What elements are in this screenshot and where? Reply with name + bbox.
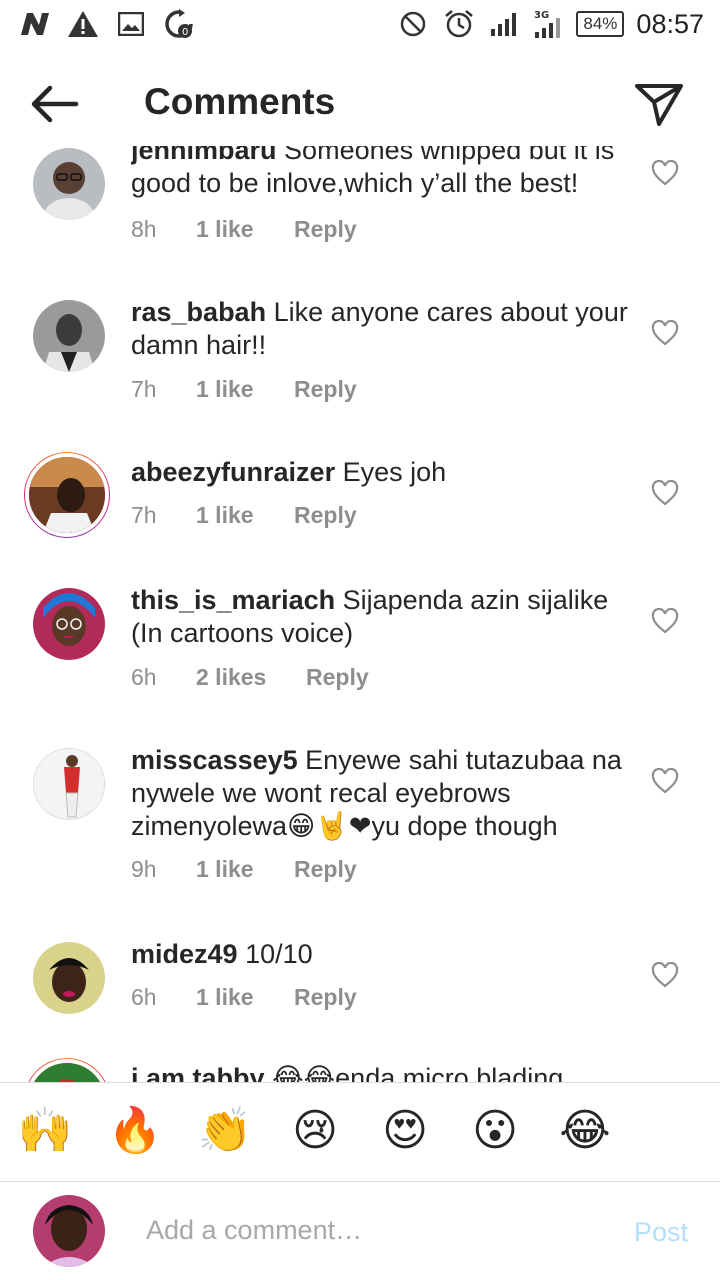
reply-button[interactable]: Reply [294, 376, 357, 403]
comment-input[interactable] [144, 1207, 608, 1253]
reply-button[interactable]: Reply [306, 664, 369, 691]
quick-emoji-bar: 🙌 🔥 👏 😢 😍 😮 😂 [0, 1082, 720, 1182]
reply-button[interactable]: Reply [294, 856, 357, 883]
heart-icon[interactable] [651, 320, 679, 346]
my-avatar [33, 1195, 105, 1267]
signal-3g-icon: 3G [534, 8, 564, 40]
emoji-crying[interactable]: 😢 [287, 1103, 343, 1159]
comment-username[interactable]: abeezyfunraizer [131, 457, 335, 487]
comment-time: 7h [131, 376, 157, 402]
comment-username[interactable]: misscassey5 [131, 745, 298, 775]
comment-time: 6h [131, 664, 157, 690]
comment-text: i.am.tabby 😂😂enda micro blading [131, 1062, 631, 1082]
sync-icon: 0 [162, 8, 196, 40]
comment-meta: 9h 1 like Reply [131, 856, 357, 883]
battery-indicator: 84% [576, 11, 625, 37]
paper-plane-icon [635, 84, 683, 126]
comment-likes[interactable]: 1 like [196, 856, 294, 883]
share-button[interactable] [634, 80, 684, 128]
comment-username[interactable]: midez49 [131, 939, 238, 969]
avatar[interactable] [33, 300, 105, 372]
avatar-with-story[interactable] [24, 452, 110, 538]
avatar[interactable] [33, 588, 105, 660]
emoji-raised-hands[interactable]: 🙌 [17, 1103, 73, 1159]
back-button[interactable] [26, 80, 82, 128]
comment-body: Eyes joh [342, 457, 447, 487]
comment-list[interactable]: jennimbaru Someones whipped but it is go… [0, 146, 720, 1082]
avatar[interactable] [33, 748, 105, 820]
svg-text:3G: 3G [534, 10, 549, 21]
comment-text: abeezyfunraizer Eyes joh [131, 456, 631, 489]
comment-likes[interactable]: 1 like [196, 984, 294, 1011]
comment-username[interactable]: jennimbaru [131, 146, 277, 165]
emoji-tears-of-joy[interactable]: 😂 [557, 1103, 613, 1159]
page-title: Comments [144, 81, 336, 122]
comment-username[interactable]: i.am.tabby [131, 1063, 265, 1082]
comment-likes[interactable]: 1 like [196, 216, 294, 243]
signal-icon [488, 8, 522, 40]
comment-meta: 6h 2 likes Reply [131, 664, 369, 691]
emoji-surprised[interactable]: 😮 [467, 1103, 523, 1159]
heart-icon[interactable] [651, 768, 679, 794]
comment-meta: 7h 1 like Reply [131, 502, 357, 529]
back-arrow-icon [31, 85, 79, 123]
comment-meta: 8h 1 like Reply [131, 216, 357, 243]
comment-text: midez49 10/10 [131, 938, 631, 971]
heart-icon[interactable] [651, 480, 679, 506]
comment-meta: 7h 1 like Reply [131, 376, 357, 403]
comment-time: 8h [131, 216, 157, 242]
comment-text: jennimbaru Someones whipped but it is go… [131, 146, 631, 200]
comment-meta: 6h 1 like Reply [131, 984, 357, 1011]
emoji-heart-eyes[interactable]: 😍 [377, 1103, 433, 1159]
comment-body: 10/10 [245, 939, 313, 969]
svg-text:0: 0 [182, 27, 188, 38]
comment-text: this_is_mariach Sijapenda azin sijalike … [131, 584, 631, 650]
heart-icon[interactable] [651, 160, 679, 186]
clock: 08:57 [636, 8, 704, 39]
comment-text: ras_babah Like anyone cares about your d… [131, 296, 631, 362]
comment-composer: Post [0, 1181, 720, 1280]
dnd-icon [396, 8, 430, 40]
reply-button[interactable]: Reply [294, 502, 357, 529]
status-bar: 0 3G 84% 08:57 [0, 0, 720, 50]
emoji-fire[interactable]: 🔥 [107, 1103, 163, 1159]
comment-body: 😂😂enda micro blading [272, 1063, 564, 1082]
post-button[interactable]: Post [634, 1217, 688, 1248]
comment-time: 7h [131, 502, 157, 528]
heart-icon[interactable] [651, 608, 679, 634]
comment-likes[interactable]: 1 like [196, 502, 294, 529]
n-app-icon [18, 8, 52, 40]
header: Comments [0, 60, 720, 146]
comment-likes[interactable]: 2 likes [196, 664, 306, 691]
comment-likes[interactable]: 1 like [196, 376, 294, 403]
comment-username[interactable]: this_is_mariach [131, 585, 335, 615]
heart-icon[interactable] [651, 962, 679, 988]
comment-username[interactable]: ras_babah [131, 297, 266, 327]
reply-button[interactable]: Reply [294, 984, 357, 1011]
comment-time: 6h [131, 984, 157, 1010]
avatar[interactable] [33, 942, 105, 1014]
emoji-clapping[interactable]: 👏 [197, 1103, 253, 1159]
avatar[interactable] [33, 148, 105, 220]
image-icon [114, 8, 148, 40]
reply-button[interactable]: Reply [294, 216, 357, 243]
warning-icon [66, 8, 100, 40]
comment-text: misscassey5 Enyewe sahi tutazubaa na nyw… [131, 744, 631, 843]
comment-time: 9h [131, 856, 157, 882]
avatar-with-story[interactable] [24, 1058, 110, 1082]
alarm-icon [442, 8, 476, 40]
